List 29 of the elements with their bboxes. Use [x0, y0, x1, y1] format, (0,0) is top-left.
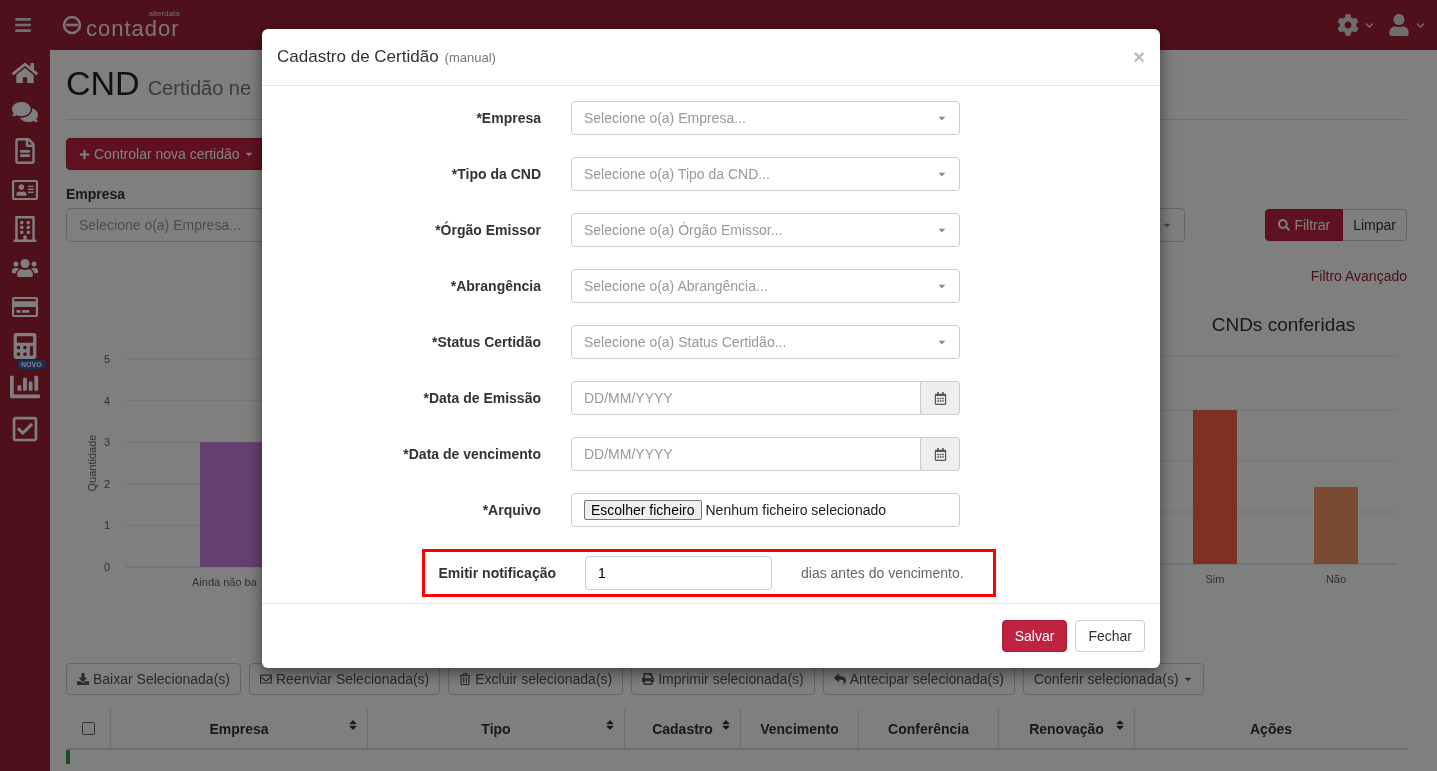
axis-label: Quantidade: [86, 434, 98, 492]
field-label: Emitir notificação: [437, 565, 556, 581]
file-status: Nenhum ficheiro selecionado: [705, 502, 887, 518]
dialog-subtitle: (manual): [444, 49, 496, 65]
field-label: *Arquivo: [481, 502, 541, 518]
tick-label: 3: [103, 436, 110, 449]
page-subtitle: Certidão ne: [147, 77, 252, 100]
filter-label: Empresa: [66, 186, 126, 202]
tick-label: 5: [103, 353, 110, 365]
tick-label: 0: [103, 561, 110, 573]
tick-label: 1: [103, 519, 110, 532]
page-title: CND: [66, 64, 140, 103]
field-label: *Data de Emissão: [422, 390, 541, 406]
category-label: Sim: [1205, 573, 1225, 585]
field-label: *Abrangência: [449, 278, 541, 294]
category-label: Ainda não ba: [192, 576, 257, 588]
field-label: *Tipo da CND: [450, 166, 541, 182]
field-label: *Data de vencimento: [402, 446, 541, 462]
tick-label: 4: [103, 394, 110, 407]
field-suffix: dias antes do vencimento.: [801, 565, 964, 581]
category-label: Não: [1325, 573, 1347, 585]
field-label: *Órgão Emissor: [434, 222, 541, 238]
chart-title: CNDs conferidas: [1210, 314, 1357, 336]
logo-tagline: alterdata: [148, 10, 180, 18]
field-label: *Empresa: [475, 110, 541, 126]
logo-text: contador: [86, 18, 180, 40]
dialog-title: Cadastro de Certidão: [277, 47, 439, 67]
tick-label: 2: [103, 477, 110, 490]
field-label: *Status Certidão: [431, 334, 541, 350]
